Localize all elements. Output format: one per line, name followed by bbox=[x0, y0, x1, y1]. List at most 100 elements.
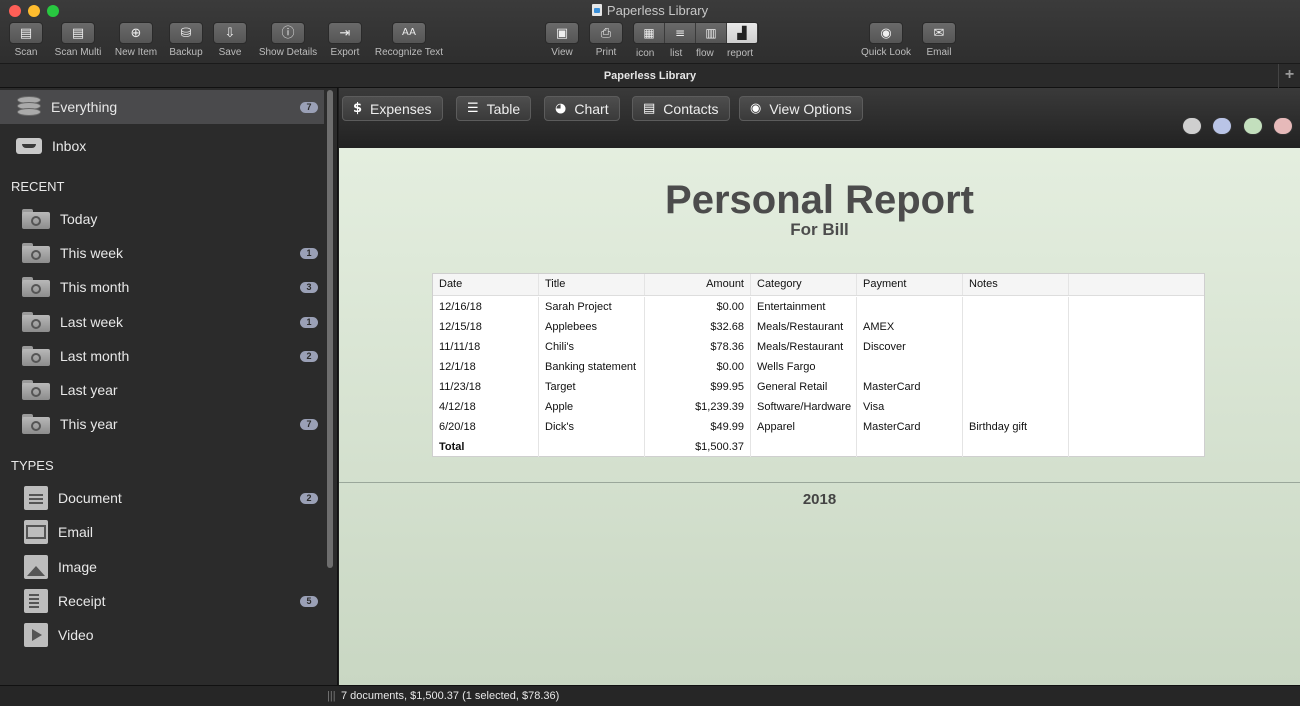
sidebar-item-video[interactable]: Video bbox=[0, 618, 324, 652]
sidebar-item-last-year[interactable]: Last year bbox=[0, 373, 324, 407]
scan-button[interactable]: ▤ Scan bbox=[9, 22, 43, 58]
color-swatch-red[interactable] bbox=[1273, 117, 1293, 135]
cell-extra bbox=[1069, 357, 1204, 377]
printer-icon: ⎙ bbox=[589, 22, 623, 44]
sidebar-item-image[interactable]: Image bbox=[0, 550, 324, 584]
quick-look-button[interactable]: ◉ Quick Look bbox=[857, 22, 915, 58]
cell-notes bbox=[963, 397, 1069, 417]
sidebar-item-label: Everything bbox=[51, 99, 118, 115]
dollar-icon: $ bbox=[353, 101, 363, 116]
total-label: Total bbox=[433, 437, 539, 457]
cell-date: 6/20/18 bbox=[433, 417, 539, 437]
cell-payment: Discover bbox=[857, 337, 963, 357]
cell-amount: $1,239.39 bbox=[645, 397, 751, 417]
sidebar-item-document[interactable]: Document 2 bbox=[0, 481, 324, 515]
table-button[interactable]: ☰ Table bbox=[456, 96, 532, 121]
column-header-date[interactable]: Date bbox=[433, 274, 539, 295]
add-library-button[interactable]: + bbox=[1278, 64, 1300, 88]
sidebar-item-everything[interactable]: Everything 7 bbox=[0, 90, 324, 124]
table-row[interactable]: 11/11/18 Chili's $78.36 Meals/Restaurant Dis… bbox=[433, 337, 1204, 357]
cell-notes bbox=[963, 297, 1069, 317]
chart-button[interactable]: ◕ Chart bbox=[544, 96, 620, 121]
contacts-button[interactable]: ▤ Contacts bbox=[632, 96, 730, 121]
sidebar-item-receipt[interactable]: Receipt 5 bbox=[0, 584, 324, 618]
view-mode-flow-label: flow bbox=[696, 48, 714, 59]
table-row[interactable]: 11/23/18 Target $99.95 General Retail Master… bbox=[433, 377, 1204, 397]
sidebar-item-inbox[interactable]: Inbox bbox=[0, 129, 324, 163]
sidebar-item-label: This month bbox=[60, 279, 130, 295]
cell-amount: $99.95 bbox=[645, 377, 751, 397]
cell-payment: AMEX bbox=[857, 317, 963, 337]
view-options-button[interactable]: ◉ View Options bbox=[739, 96, 863, 121]
database-stack-icon bbox=[17, 96, 41, 118]
color-swatch-green[interactable] bbox=[1243, 117, 1263, 135]
table-row[interactable]: 12/15/18 Applebees $32.68 Meals/Restaurant A… bbox=[433, 317, 1204, 337]
table-row[interactable]: 12/16/18 Sarah Project $0.00 Entertainment bbox=[433, 297, 1204, 317]
expenses-button[interactable]: $ Expenses bbox=[342, 96, 443, 121]
show-details-button[interactable]: ⓘ Show Details bbox=[254, 22, 322, 58]
save-button[interactable]: ⇩ Save bbox=[212, 22, 248, 58]
sidebar-item-today[interactable]: Today bbox=[0, 202, 324, 236]
list-view-icon[interactable]: ≡ bbox=[665, 23, 696, 43]
email-button[interactable]: ✉ Email bbox=[921, 22, 957, 58]
export-button[interactable]: ⇥ Export bbox=[327, 22, 363, 58]
sidebar-item-this-week[interactable]: This week 1 bbox=[0, 236, 324, 270]
cell-extra bbox=[1069, 417, 1204, 437]
sidebar-item-last-month[interactable]: Last month 2 bbox=[0, 339, 324, 373]
column-header-category[interactable]: Category bbox=[751, 274, 857, 295]
color-swatch-gray[interactable] bbox=[1182, 117, 1202, 135]
table-row[interactable]: 6/20/18 Dick's $49.99 Apparel MasterCard Birt… bbox=[433, 417, 1204, 437]
resize-grip-icon[interactable]: ||| bbox=[327, 686, 336, 706]
sidebar-item-this-year[interactable]: This year 7 bbox=[0, 407, 324, 441]
column-header-payment[interactable]: Payment bbox=[857, 274, 963, 295]
print-button[interactable]: ⎙ Print bbox=[588, 22, 624, 58]
cell-amount: $0.00 bbox=[645, 297, 751, 317]
sidebar-item-email[interactable]: Email bbox=[0, 515, 324, 549]
document-icon bbox=[24, 486, 48, 510]
column-header-title[interactable]: Title bbox=[539, 274, 645, 295]
cell-notes bbox=[963, 317, 1069, 337]
table-row[interactable]: 4/12/18 Apple $1,239.39 Software/Hardware Vi… bbox=[433, 397, 1204, 417]
library-header-bar: Paperless Library + bbox=[0, 64, 1300, 88]
list-icon: ☰ bbox=[467, 101, 479, 116]
cell-category: Wells Fargo bbox=[751, 357, 857, 377]
sidebar-item-last-week[interactable]: Last week 1 bbox=[0, 305, 324, 339]
sidebar-scrollbar[interactable] bbox=[327, 90, 333, 568]
smart-folder-icon bbox=[22, 346, 50, 366]
view-icon: ▣ bbox=[545, 22, 579, 44]
report-view-bars-icon[interactable]: ▟ bbox=[727, 23, 758, 43]
recognize-text-button[interactable]: AA Recognize Text bbox=[370, 22, 448, 58]
cell-amount: $0.00 bbox=[645, 357, 751, 377]
table-row[interactable]: 12/1/18 Banking statement $0.00 Wells Fargo bbox=[433, 357, 1204, 377]
library-title: Paperless Library bbox=[603, 70, 697, 82]
eye-icon: ◉ bbox=[869, 22, 903, 44]
report-canvas: Personal Report For Bill Date Title Amou… bbox=[339, 148, 1300, 685]
cell-category: Entertainment bbox=[751, 297, 857, 317]
cell-payment: Visa bbox=[857, 397, 963, 417]
column-header-amount[interactable]: Amount bbox=[645, 274, 751, 295]
cell-title: Apple bbox=[539, 397, 645, 417]
column-header-notes[interactable]: Notes bbox=[963, 274, 1069, 295]
table-header-row: Date Title Amount Category Payment Notes bbox=[433, 274, 1204, 296]
info-icon: ⓘ bbox=[271, 22, 305, 44]
color-swatch-blue[interactable] bbox=[1212, 117, 1232, 135]
sidebar-item-label: This week bbox=[60, 245, 124, 261]
smart-folder-icon bbox=[22, 277, 50, 297]
sidebar-item-label: Inbox bbox=[52, 138, 87, 154]
cell-amount: $49.99 bbox=[645, 417, 751, 437]
new-item-button[interactable]: ⊕ New Item bbox=[112, 22, 160, 58]
cell-extra bbox=[1069, 297, 1204, 317]
cell-category: Software/Hardware bbox=[751, 397, 857, 417]
view-button[interactable]: ▣ View bbox=[544, 22, 580, 58]
view-mode-segmented-control: ▦ ≡ ▥ ▟ bbox=[633, 22, 759, 44]
scan-multi-button[interactable]: ▤ Scan Multi bbox=[51, 22, 105, 58]
sidebar-item-this-month[interactable]: This month 3 bbox=[0, 270, 324, 304]
email-icon bbox=[24, 520, 48, 544]
count-badge: 7 bbox=[300, 419, 318, 430]
table-total-row: Total $1,500.37 bbox=[433, 437, 1204, 457]
flow-view-icon[interactable]: ▥ bbox=[696, 23, 727, 43]
icon-view-grid-icon[interactable]: ▦ bbox=[634, 23, 665, 43]
expense-table: Date Title Amount Category Payment Notes… bbox=[432, 273, 1205, 457]
sidebar-item-label: Email bbox=[58, 524, 94, 540]
backup-button[interactable]: ⛁ Backup bbox=[166, 22, 206, 58]
